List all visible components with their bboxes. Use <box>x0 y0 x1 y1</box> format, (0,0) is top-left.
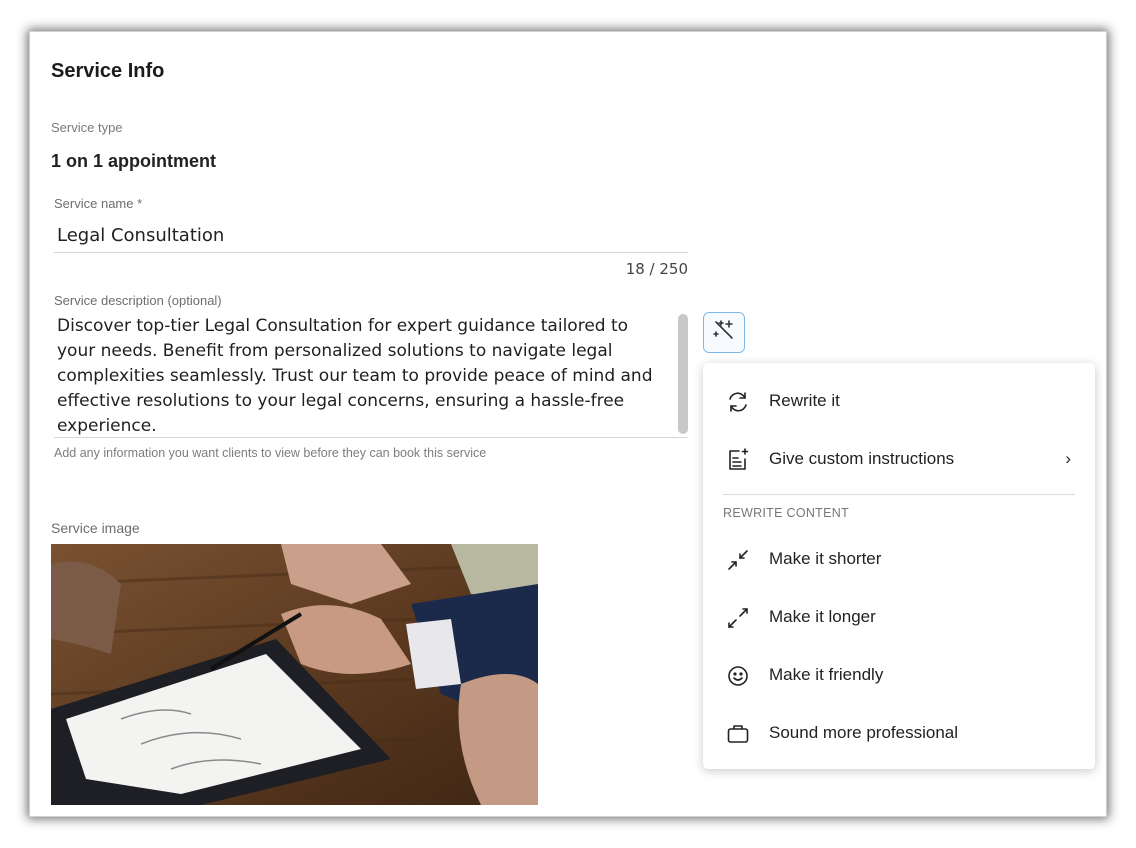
edit-note-icon <box>725 447 751 473</box>
expand-arrows-icon <box>725 605 751 631</box>
menu-item-label: Make it longer <box>769 607 876 626</box>
panel-title: Service Info <box>51 60 165 82</box>
collapse-arrows-icon <box>725 547 751 573</box>
contract-signing-photo <box>51 544 538 805</box>
menu-item-make-shorter[interactable]: Make it shorter <box>703 534 1095 584</box>
service-image-label: Service image <box>51 520 140 536</box>
briefcase-icon <box>725 721 751 747</box>
menu-item-make-friendly[interactable]: Make it friendly <box>703 650 1095 700</box>
magic-wand-icon <box>712 318 736 347</box>
chevron-right-icon: › <box>1065 449 1071 468</box>
description-scrollbar[interactable] <box>678 314 688 434</box>
menu-item-label: Rewrite it <box>769 391 840 410</box>
ai-assist-button[interactable] <box>703 312 745 353</box>
service-description-label: Service description (optional) <box>54 293 222 308</box>
menu-item-label: Make it friendly <box>769 665 884 684</box>
menu-item-label: Give custom instructions <box>769 449 955 468</box>
menu-item-label: Sound more professional <box>769 723 959 742</box>
menu-item-make-longer[interactable]: Make it longer <box>703 592 1095 642</box>
smiley-icon <box>725 663 751 689</box>
service-info-panel: Service Info Service type 1 on 1 appoint… <box>29 31 1107 817</box>
menu-divider <box>723 494 1075 495</box>
refresh-icon <box>725 389 751 415</box>
ai-rewrite-menu: Rewrite it Give custom instructions › RE… <box>703 363 1095 769</box>
menu-item-custom-instructions[interactable]: Give custom instructions › <box>703 434 1095 484</box>
service-type-value: 1 on 1 appointment <box>51 151 217 171</box>
service-description-text[interactable]: Discover top-tier Legal Consultation for… <box>57 314 663 439</box>
menu-item-sound-professional[interactable]: Sound more professional <box>703 708 1095 758</box>
character-counter: 18 / 250 <box>625 260 688 278</box>
menu-item-rewrite[interactable]: Rewrite it <box>703 376 1095 426</box>
service-type-label: Service type <box>51 120 123 135</box>
menu-item-label: Make it shorter <box>769 549 882 568</box>
service-name-label: Service name * <box>54 196 143 211</box>
menu-section-title: REWRITE CONTENT <box>723 506 850 520</box>
description-helper-text: Add any information you want clients to … <box>54 446 487 460</box>
service-description-textarea[interactable]: Discover top-tier Legal Consultation for… <box>54 312 688 438</box>
service-image[interactable] <box>51 544 538 805</box>
service-name-input[interactable] <box>54 218 688 253</box>
